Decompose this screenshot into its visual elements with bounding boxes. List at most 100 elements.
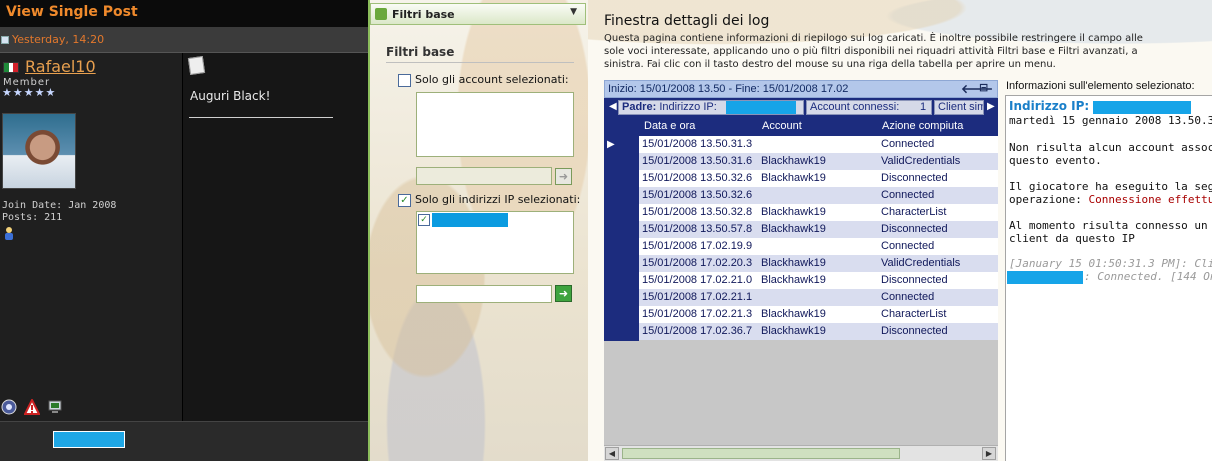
parent-field: Indirizzo IP: [659, 101, 717, 113]
accounts-search-input[interactable] [416, 167, 552, 185]
table-row[interactable]: 15/01/2008 17.02.21.0 Blackhawk19 Disconne… [639, 272, 998, 289]
ip-computer-icon[interactable] [47, 399, 63, 415]
log-rows: 15/01/2008 13.50.31.3 Connected 15/01/2008… [639, 136, 998, 340]
info-panel: Indirizzo IP: martedì 15 gennaio 2008 13… [1005, 95, 1212, 461]
basic-filters-pane: Filtri base ▼ Filtri base Solo gli accou… [368, 0, 588, 461]
italy-flag-icon [3, 62, 19, 73]
cell-time: 15/01/2008 13.50.32.6 [642, 172, 753, 184]
table-row[interactable]: 15/01/2008 13.50.32.6 Blackhawk19 Disconne… [639, 170, 998, 187]
table-row[interactable]: 15/01/2008 17.02.21.1 Connected [639, 289, 998, 306]
info-log-line-1: [January 15 01:50:31.3 PM]: Client: [1009, 257, 1212, 270]
scroll-right-icon[interactable]: ▶ [987, 101, 995, 112]
cell-action: Connected [881, 291, 935, 303]
cell-action: Disconnected [881, 325, 948, 337]
page-description: Questa pagina contiene informazioni di r… [604, 33, 1143, 70]
post-date-bar: Yesterday, 14:20 [0, 27, 368, 53]
table-row[interactable]: 15/01/2008 13.50.31.3 Connected [639, 136, 998, 153]
time-range-text: Inizio: 15/01/2008 13.50 - Fine: 15/01/2… [608, 83, 849, 95]
post-icon [1, 36, 9, 44]
cell-account: Blackhawk19 [761, 308, 826, 320]
cell-time: 15/01/2008 17.02.21.3 [642, 308, 753, 320]
chevron-down-icon[interactable]: ▼ [570, 7, 577, 17]
time-range-bar: Inizio: 15/01/2008 13.50 - Fine: 15/01/2… [604, 80, 998, 98]
cell-time: 15/01/2008 13.50.32.8 [642, 206, 753, 218]
accounts-filter-checkbox[interactable] [398, 74, 411, 87]
user-status-icon[interactable] [1, 399, 17, 415]
post-date: Yesterday, 14:20 [12, 33, 105, 46]
col-header-action[interactable]: Azione compiuta [882, 120, 963, 132]
ip-filter-label: Solo gli indirizzi IP selezionati: [415, 193, 581, 206]
ip-filter-checkbox[interactable]: ✓ [398, 194, 411, 207]
cell-action: Disconnected [881, 274, 948, 286]
cell-action: Connected [881, 189, 935, 201]
signature-separator [189, 117, 333, 118]
table-row[interactable]: 15/01/2008 17.02.20.3 Blackhawk19 ValidCre… [639, 255, 998, 272]
report-post-icon[interactable] [24, 399, 40, 415]
parent-band-bar: ◀ Padre: Indirizzo IP: Account connessi:… [604, 98, 998, 117]
cell-action: ValidCredentials [881, 155, 961, 167]
cell-time: 15/01/2008 17.02.21.0 [642, 274, 753, 286]
add-buddy-icon[interactable] [3, 226, 15, 240]
table-row[interactable]: 15/01/2008 13.50.31.6 Blackhawk19 ValidCre… [639, 153, 998, 170]
info-player-1: Il giocatore ha eseguito la seguente [1009, 180, 1212, 193]
ip-add-button[interactable]: ➜ [555, 285, 572, 302]
layout-icon[interactable]: ⊟ [979, 81, 988, 94]
pane-header[interactable]: Filtri base ▼ [370, 3, 586, 25]
info-ip-heading: Indirizzo IP: [1009, 99, 1090, 113]
accounts-connected-value: 1 [920, 101, 927, 113]
post-count: Posts: 211 [2, 212, 63, 223]
cell-account: Blackhawk19 [761, 223, 826, 235]
table-row[interactable]: 15/01/2008 13.50.32.6 Connected [639, 187, 998, 204]
info-operation: Connessione effettuata [1088, 193, 1212, 206]
cell-time: 15/01/2008 13.50.31.3 [642, 138, 753, 150]
forum-header: View Single Post [0, 0, 368, 27]
user-info-box [0, 53, 182, 421]
scroll-right-arrow-icon[interactable]: ▶ [982, 447, 996, 460]
table-row[interactable]: 15/01/2008 17.02.19.9 Connected [639, 238, 998, 255]
cell-time: 15/01/2008 13.50.31.6 [642, 155, 753, 167]
parent-label: Padre: [622, 101, 657, 113]
back-arrow-icon[interactable]: 🡐 [961, 81, 993, 96]
table-row[interactable]: 15/01/2008 13.50.57.8 Blackhawk19 Disconne… [639, 221, 998, 238]
table-row[interactable]: 15/01/2008 17.02.21.3 Blackhawk19 Characte… [639, 306, 998, 323]
cell-action: ValidCredentials [881, 257, 961, 269]
page-title: Finestra dettagli dei log [604, 13, 770, 29]
cell-account: Blackhawk19 [761, 325, 826, 337]
cell-account: Blackhawk19 [761, 206, 826, 218]
accounts-connected-cell: Account connessi: 1 [806, 100, 932, 115]
column-header-row: Data e ora Account Azione compiuta [604, 117, 998, 136]
cell-account: Blackhawk19 [761, 257, 826, 269]
cell-action: Disconnected [881, 223, 948, 235]
accounts-list[interactable] [416, 92, 574, 157]
post-document-icon [187, 56, 206, 75]
info-date-line: martedì 15 gennaio 2008 13.50.31.3 [1009, 114, 1212, 127]
col-header-account[interactable]: Account [762, 120, 802, 132]
accounts-connected-label: Account connessi: [810, 101, 900, 113]
log-grid: Inizio: 15/01/2008 13.50 - Fine: 15/01/2… [604, 80, 998, 461]
col-header-datetime[interactable]: Data e ora [644, 120, 695, 132]
table-row[interactable]: 15/01/2008 13.50.32.8 Blackhawk19 Characte… [639, 204, 998, 221]
pane-header-title: Filtri base [392, 8, 455, 21]
horizontal-scrollbar[interactable]: ◀ ▶ [604, 445, 998, 461]
log-details-window: Finestra dettagli dei log Questa pagina … [588, 0, 1212, 461]
cell-action: Connected [881, 138, 935, 150]
ip-search-input[interactable] [416, 285, 552, 303]
table-row[interactable]: 15/01/2008 17.02.36.7 Blackhawk19 Disconne… [639, 323, 998, 340]
username-link[interactable]: Rafael10 [25, 57, 96, 76]
section-divider [386, 62, 574, 63]
ip-item-checkbox[interactable]: ✓ [418, 214, 430, 226]
cell-account: Blackhawk19 [761, 274, 826, 286]
avatar [2, 113, 76, 189]
accounts-filter-label: Solo gli account selezionati: [415, 73, 569, 86]
scroll-left-arrow-icon[interactable]: ◀ [605, 447, 619, 460]
cell-time: 15/01/2008 17.02.36.7 [642, 325, 753, 337]
scroll-left-icon[interactable]: ◀ [609, 101, 617, 112]
user-rank-stars: ★★★★★ [2, 86, 57, 99]
scrollbar-thumb[interactable] [622, 448, 900, 459]
info-log-line-2: : Connected. [144 Onli [1084, 270, 1212, 283]
cell-action: Connected [881, 240, 935, 252]
accounts-add-button[interactable]: ➜ [555, 168, 572, 185]
info-connected-2: client da questo IP [1009, 232, 1135, 245]
cell-time: 15/01/2008 17.02.20.3 [642, 257, 753, 269]
cell-action: Disconnected [881, 172, 948, 184]
